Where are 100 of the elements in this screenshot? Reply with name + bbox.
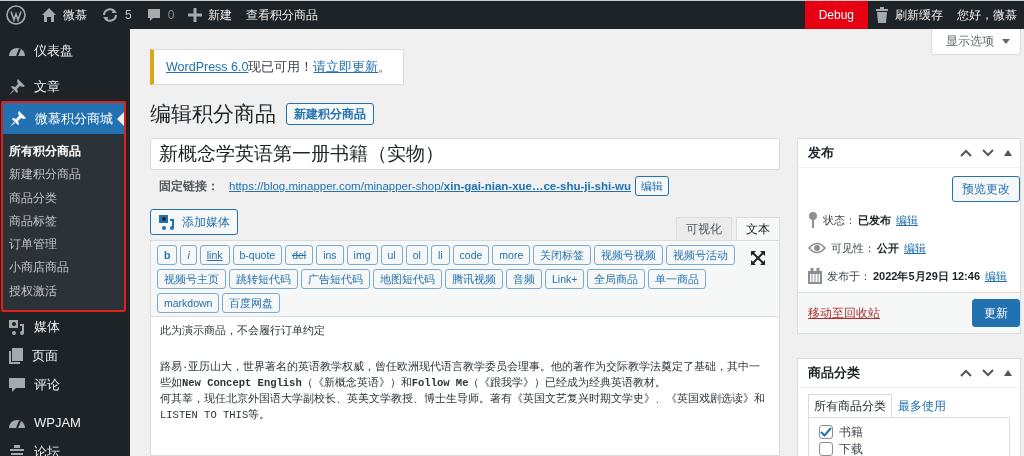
wordpress-logo-icon (6, 5, 26, 25)
format-button[interactable]: markdown (157, 293, 220, 313)
chevron-up-icon (960, 149, 972, 157)
format-button[interactable]: 关闭标签 (533, 245, 592, 265)
preview-button[interactable]: 预览更改 (952, 176, 1020, 202)
format-button[interactable]: 跳转短代码 (229, 269, 298, 289)
submenu-item[interactable]: 新建积分商品 (3, 163, 124, 187)
update-message: WordPress 6.0现已可用！请立即更新。 (166, 59, 392, 75)
edit-link[interactable]: 编辑 (985, 268, 1007, 284)
checkbox[interactable] (819, 424, 833, 439)
caret-icon (1002, 38, 1010, 44)
format-button[interactable]: 地图短代码 (373, 269, 442, 289)
pushpin-icon (9, 109, 27, 128)
edit-link[interactable]: 编辑 (896, 212, 918, 228)
add-new-button[interactable]: 新建积分商品 (286, 103, 374, 125)
status-text: 状态： 已发布 (823, 212, 891, 228)
submenu-item[interactable]: 订单管理 (3, 233, 124, 257)
add-media-button[interactable]: 添加媒体 (150, 209, 238, 235)
format-button[interactable]: del (285, 245, 314, 265)
screen-options-tab[interactable]: 显示选项 (931, 29, 1021, 55)
editor-tab[interactable]: 可视化 (676, 217, 732, 240)
chevron-up-icon (960, 369, 972, 377)
format-button[interactable]: 视频号视频 (594, 245, 664, 265)
format-button[interactable]: code (452, 245, 490, 265)
format-button[interactable]: link (199, 245, 230, 265)
chevron-down-icon (982, 149, 994, 157)
update-now-link[interactable]: 请立即更新 (313, 60, 379, 74)
sidebar-item[interactable]: 评论 (0, 370, 130, 400)
format-button[interactable]: ul (380, 245, 403, 265)
new-content-link[interactable]: 新建 (181, 1, 240, 29)
pushpin-icon (8, 77, 26, 96)
forum-icon (8, 443, 26, 456)
submenu-item[interactable]: 小商店商品 (3, 256, 124, 280)
move-to-trash-link[interactable]: 移动至回收站 (808, 304, 880, 322)
format-button[interactable]: img (346, 245, 378, 265)
format-button[interactable]: 广告短代码 (301, 269, 370, 289)
eye-icon (808, 242, 826, 254)
media-icon (158, 213, 176, 231)
clear-cache-link[interactable]: 刷新缓存 (868, 1, 950, 29)
checkbox[interactable] (819, 441, 833, 456)
edit-permalink-button[interactable]: 编辑 (635, 176, 669, 196)
content-paragraph: 路易·亚历山大，世界著名的英语教学权威，曾任欧洲现代语言教学委员会理事。他的著作为交际教学法奠定了基础，其中一些如New Concept English（《新概念英语》）和Follow Me（《跟我学》）已经成为经典英语教材。 (160, 360, 762, 391)
category-tab[interactable]: 最多使用 (892, 394, 952, 417)
submenu-item[interactable]: 商品分类 (3, 186, 124, 210)
content-paragraph: 此为演示商品，不会履行订单约定 (160, 324, 326, 339)
format-button[interactable]: Link+ (545, 269, 585, 289)
permalink-url[interactable]: https://blog.minapper.com/minapper-shop/xin-gai-nian-xue…ce-shu-ji-shi-wu (229, 180, 631, 192)
format-button[interactable]: more (492, 245, 531, 265)
debug-button[interactable]: Debug (804, 1, 868, 29)
comment-icon (8, 375, 26, 394)
edit-link[interactable]: 编辑 (904, 240, 926, 256)
format-button[interactable]: 音频 (506, 269, 542, 289)
sidebar-item[interactable]: 仪表盘 (0, 36, 130, 65)
account-greeting[interactable]: 您好，微慕 (950, 1, 1024, 29)
collapse-icon (1004, 150, 1012, 156)
format-button[interactable]: ol (405, 245, 428, 265)
pin-marker-icon (808, 212, 818, 228)
pages-icon (8, 346, 24, 365)
submenu-item[interactable]: 商品标签 (3, 209, 124, 234)
sidebar-item[interactable]: 媒体 (0, 312, 130, 342)
submenu-item[interactable]: 所有积分商品 (3, 140, 124, 164)
version-link[interactable]: WordPress 6.0 (166, 60, 249, 74)
category-label: 书籍 (839, 424, 863, 439)
format-button[interactable]: 单一商品 (648, 269, 707, 289)
format-button[interactable]: li (430, 245, 450, 265)
visibility-text: 可见性： 公开 (831, 240, 899, 256)
category-tab[interactable]: 所有商品分类 (808, 394, 892, 417)
refresh-icon (101, 7, 119, 23)
comment-icon (145, 7, 162, 23)
update-button[interactable]: 更新 (972, 299, 1020, 327)
editor-textarea[interactable] (150, 317, 780, 456)
chevron-down-icon (982, 369, 994, 377)
home-icon (41, 7, 57, 23)
format-button[interactable]: b (157, 245, 178, 265)
fullscreen-icon (751, 251, 765, 265)
editor-tab[interactable]: 文本 (736, 217, 780, 240)
format-button[interactable]: ins (316, 245, 344, 265)
plus-icon (188, 8, 203, 22)
format-button[interactable]: i (180, 245, 197, 265)
format-button[interactable]: 视频号活动 (666, 245, 736, 265)
category-label: 下载 (839, 441, 863, 456)
sidebar-item[interactable]: 微慕积分商城 (3, 103, 124, 134)
site-link[interactable]: 微慕 (34, 1, 94, 29)
page-title: 编辑积分商品 (150, 101, 276, 127)
format-button[interactable]: b-quote (232, 245, 283, 265)
format-button[interactable]: 腾讯视频 (445, 269, 503, 289)
sidebar-item[interactable]: 文章 (0, 72, 130, 101)
comments-link[interactable]: 0 (138, 1, 182, 29)
format-button[interactable]: 全局商品 (587, 269, 646, 289)
format-button[interactable]: 视频号主页 (157, 269, 226, 289)
box-title: 发布 (808, 144, 834, 162)
trash-icon (875, 7, 889, 23)
format-button[interactable]: 百度网盘 (222, 293, 281, 313)
sidebar-item[interactable]: 页面 (0, 341, 130, 371)
updates-link[interactable]: 5 (94, 1, 139, 29)
sidebar-item[interactable]: WPJAM (0, 408, 130, 438)
publish-date-text: 发布于： 2022年5月29日 12:46 (827, 268, 980, 284)
submenu-item[interactable]: 授权激活 (3, 279, 124, 304)
title-field[interactable]: 新概念学英语第一册书籍（实物） (150, 138, 780, 170)
view-product-link[interactable]: 查看积分商品 (239, 1, 326, 29)
